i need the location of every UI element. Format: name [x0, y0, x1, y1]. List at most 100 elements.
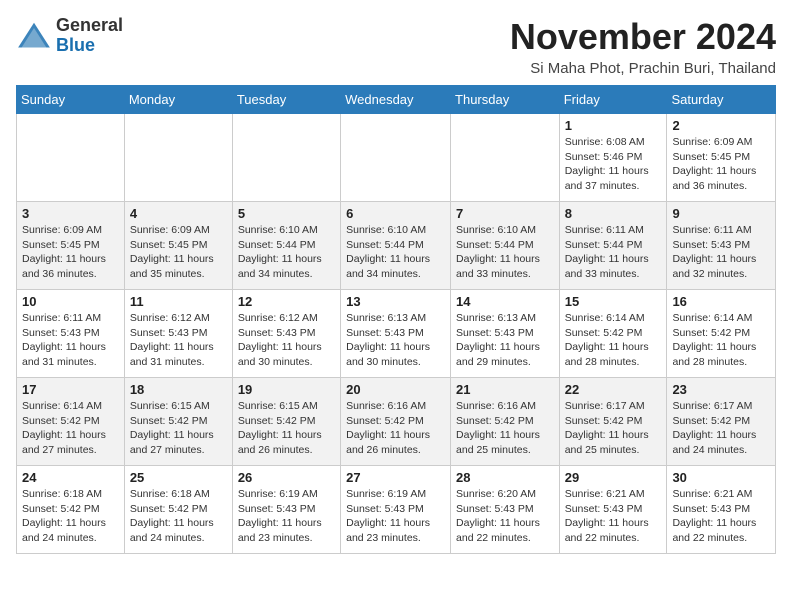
day-detail: Sunrise: 6:11 AM Sunset: 5:43 PM Dayligh…	[672, 223, 770, 282]
day-detail: Sunrise: 6:21 AM Sunset: 5:43 PM Dayligh…	[565, 487, 662, 546]
day-number: 28	[456, 470, 554, 485]
calendar-cell: 18 Sunrise: 6:15 AM Sunset: 5:42 PM Dayli…	[124, 378, 232, 466]
calendar-cell: 10 Sunrise: 6:11 AM Sunset: 5:43 PM Dayli…	[17, 290, 125, 378]
day-detail: Sunrise: 6:10 AM Sunset: 5:44 PM Dayligh…	[238, 223, 335, 282]
day-detail: Sunrise: 6:17 AM Sunset: 5:42 PM Dayligh…	[565, 399, 662, 458]
calendar-cell: 25 Sunrise: 6:18 AM Sunset: 5:42 PM Dayli…	[124, 466, 232, 554]
calendar-cell: 30 Sunrise: 6:21 AM Sunset: 5:43 PM Dayli…	[667, 466, 776, 554]
weekday-header-saturday: Saturday	[667, 86, 776, 114]
logo-general: General	[56, 16, 123, 36]
day-number: 22	[565, 382, 662, 397]
day-detail: Sunrise: 6:15 AM Sunset: 5:42 PM Dayligh…	[130, 399, 227, 458]
calendar-cell	[232, 114, 340, 202]
calendar-cell: 14Sunrise: 6:13 AM Sunset: 5:43 PM Dayli…	[451, 290, 560, 378]
day-detail: Sunrise: 6:18 AM Sunset: 5:42 PM Dayligh…	[130, 487, 227, 546]
day-detail: Sunrise: 6:12 AM Sunset: 5:43 PM Dayligh…	[238, 311, 335, 370]
day-detail: Sunrise: 6:16 AM Sunset: 5:42 PM Dayligh…	[456, 399, 554, 458]
calendar-cell: 3Sunrise: 6:09 AM Sunset: 5:45 PM Daylig…	[17, 202, 125, 290]
calendar-week-row: 24 Sunrise: 6:18 AM Sunset: 5:42 PM Dayli…	[17, 466, 776, 554]
calendar-cell: 20Sunrise: 6:16 AM Sunset: 5:42 PM Dayli…	[341, 378, 451, 466]
day-detail: Sunrise: 6:08 AM Sunset: 5:46 PM Dayligh…	[565, 135, 662, 194]
day-number: 25	[130, 470, 227, 485]
day-number: 11	[130, 294, 227, 309]
logo-icon	[16, 21, 52, 51]
day-number: 24	[22, 470, 119, 485]
weekday-header-friday: Friday	[559, 86, 667, 114]
title-area: November 2024 Si Maha Phot, Prachin Buri…	[510, 16, 776, 77]
day-number: 30	[672, 470, 770, 485]
day-number: 13	[346, 294, 445, 309]
logo: General Blue	[16, 16, 123, 56]
day-detail: Sunrise: 6:20 AM Sunset: 5:43 PM Dayligh…	[456, 487, 554, 546]
day-number: 1	[565, 118, 662, 133]
calendar-cell: 22 Sunrise: 6:17 AM Sunset: 5:42 PM Dayli…	[559, 378, 667, 466]
calendar-cell: 8Sunrise: 6:11 AM Sunset: 5:44 PM Daylig…	[559, 202, 667, 290]
day-detail: Sunrise: 6:09 AM Sunset: 5:45 PM Dayligh…	[22, 223, 119, 282]
calendar-cell: 19 Sunrise: 6:15 AM Sunset: 5:42 PM Dayli…	[232, 378, 340, 466]
day-detail: Sunrise: 6:09 AM Sunset: 5:45 PM Dayligh…	[130, 223, 227, 282]
weekday-header-thursday: Thursday	[451, 86, 560, 114]
calendar-cell: 17Sunrise: 6:14 AM Sunset: 5:42 PM Dayli…	[17, 378, 125, 466]
calendar-cell: 21 Sunrise: 6:16 AM Sunset: 5:42 PM Dayli…	[451, 378, 560, 466]
calendar-cell: 24Sunrise: 6:18 AM Sunset: 5:42 PM Dayli…	[17, 466, 125, 554]
day-number: 15	[565, 294, 662, 309]
day-number: 9	[672, 206, 770, 221]
weekday-header-sunday: Sunday	[17, 86, 125, 114]
day-detail: Sunrise: 6:16 AM Sunset: 5:42 PM Dayligh…	[346, 399, 445, 458]
day-number: 14	[456, 294, 554, 309]
day-number: 4	[130, 206, 227, 221]
day-detail: Sunrise: 6:14 AM Sunset: 5:42 PM Dayligh…	[672, 311, 770, 370]
calendar-cell	[451, 114, 560, 202]
day-number: 10	[22, 294, 119, 309]
weekday-header-row: SundayMondayTuesdayWednesdayThursdayFrid…	[17, 86, 776, 114]
calendar-cell: 27 Sunrise: 6:19 AM Sunset: 5:43 PM Dayli…	[341, 466, 451, 554]
day-detail: Sunrise: 6:19 AM Sunset: 5:43 PM Dayligh…	[346, 487, 445, 546]
calendar-cell: 23Sunrise: 6:17 AM Sunset: 5:42 PM Dayli…	[667, 378, 776, 466]
calendar-cell: 6 Sunrise: 6:10 AM Sunset: 5:44 PM Daylig…	[341, 202, 451, 290]
logo-text: General Blue	[56, 16, 123, 56]
month-title: November 2024	[510, 16, 776, 58]
location-title: Si Maha Phot, Prachin Buri, Thailand	[510, 60, 776, 77]
day-detail: Sunrise: 6:10 AM Sunset: 5:44 PM Dayligh…	[456, 223, 554, 282]
day-detail: Sunrise: 6:10 AM Sunset: 5:44 PM Dayligh…	[346, 223, 445, 282]
day-number: 7	[456, 206, 554, 221]
calendar-cell	[124, 114, 232, 202]
calendar-week-row: 10 Sunrise: 6:11 AM Sunset: 5:43 PM Dayli…	[17, 290, 776, 378]
calendar-cell: 2Sunrise: 6:09 AM Sunset: 5:45 PM Daylig…	[667, 114, 776, 202]
day-detail: Sunrise: 6:13 AM Sunset: 5:43 PM Dayligh…	[346, 311, 445, 370]
day-number: 2	[672, 118, 770, 133]
calendar-cell: 26Sunrise: 6:19 AM Sunset: 5:43 PM Dayli…	[232, 466, 340, 554]
calendar-week-row: 3Sunrise: 6:09 AM Sunset: 5:45 PM Daylig…	[17, 202, 776, 290]
day-detail: Sunrise: 6:14 AM Sunset: 5:42 PM Dayligh…	[565, 311, 662, 370]
day-number: 29	[565, 470, 662, 485]
day-detail: Sunrise: 6:15 AM Sunset: 5:42 PM Dayligh…	[238, 399, 335, 458]
calendar-week-row: 1 Sunrise: 6:08 AM Sunset: 5:46 PM Daylig…	[17, 114, 776, 202]
calendar-cell: 12Sunrise: 6:12 AM Sunset: 5:43 PM Dayli…	[232, 290, 340, 378]
day-number: 27	[346, 470, 445, 485]
day-number: 5	[238, 206, 335, 221]
day-number: 18	[130, 382, 227, 397]
calendar-header: SundayMondayTuesdayWednesdayThursdayFrid…	[17, 86, 776, 114]
calendar-cell: 7 Sunrise: 6:10 AM Sunset: 5:44 PM Daylig…	[451, 202, 560, 290]
day-detail: Sunrise: 6:21 AM Sunset: 5:43 PM Dayligh…	[672, 487, 770, 546]
day-number: 23	[672, 382, 770, 397]
calendar-cell: 15 Sunrise: 6:14 AM Sunset: 5:42 PM Dayli…	[559, 290, 667, 378]
day-number: 19	[238, 382, 335, 397]
calendar-cell: 5 Sunrise: 6:10 AM Sunset: 5:44 PM Daylig…	[232, 202, 340, 290]
calendar-cell: 11Sunrise: 6:12 AM Sunset: 5:43 PM Dayli…	[124, 290, 232, 378]
logo-blue: Blue	[56, 36, 123, 56]
calendar-cell: 29 Sunrise: 6:21 AM Sunset: 5:43 PM Dayli…	[559, 466, 667, 554]
day-detail: Sunrise: 6:11 AM Sunset: 5:43 PM Dayligh…	[22, 311, 119, 370]
day-number: 17	[22, 382, 119, 397]
calendar-cell: 13 Sunrise: 6:13 AM Sunset: 5:43 PM Dayli…	[341, 290, 451, 378]
day-number: 21	[456, 382, 554, 397]
calendar-cell	[17, 114, 125, 202]
calendar-cell: 4 Sunrise: 6:09 AM Sunset: 5:45 PM Daylig…	[124, 202, 232, 290]
calendar-cell	[341, 114, 451, 202]
day-number: 6	[346, 206, 445, 221]
header: General Blue November 2024 Si Maha Phot,…	[16, 16, 776, 77]
day-detail: Sunrise: 6:11 AM Sunset: 5:44 PM Dayligh…	[565, 223, 662, 282]
calendar-body: 1 Sunrise: 6:08 AM Sunset: 5:46 PM Daylig…	[17, 114, 776, 554]
calendar-cell: 16Sunrise: 6:14 AM Sunset: 5:42 PM Dayli…	[667, 290, 776, 378]
weekday-header-wednesday: Wednesday	[341, 86, 451, 114]
